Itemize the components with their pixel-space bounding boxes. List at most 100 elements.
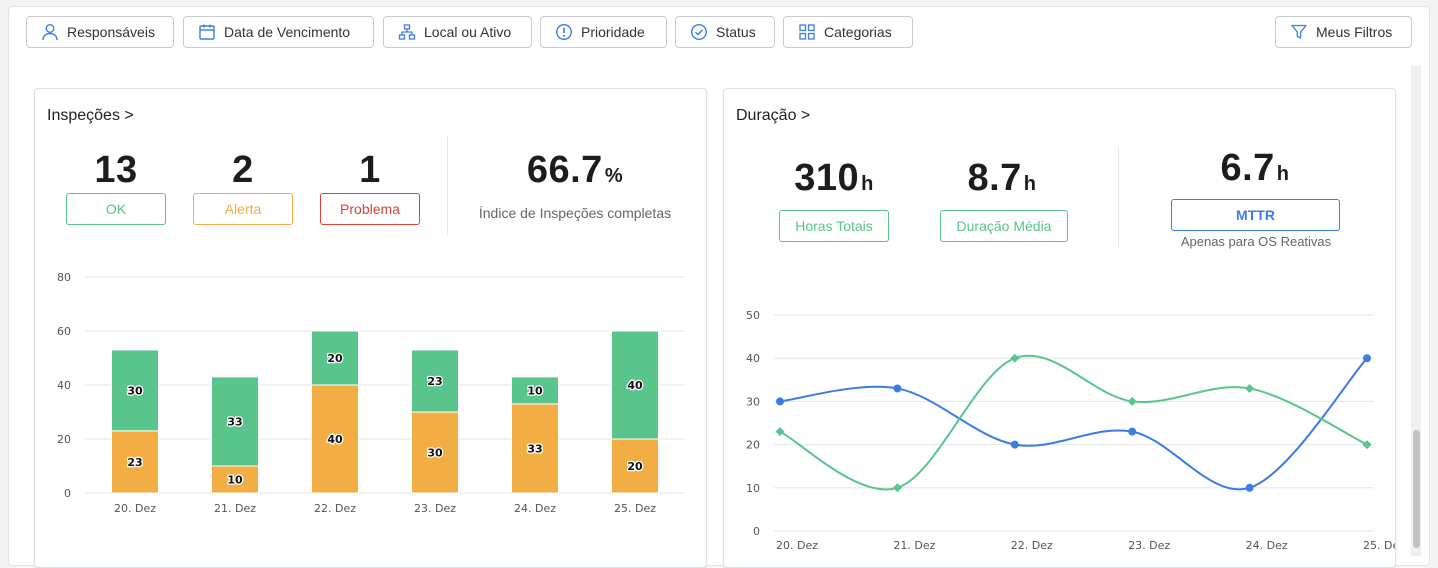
x-tick-label: 20. Dez	[776, 539, 818, 552]
y-tick-label: 0	[753, 525, 760, 538]
total-hours-badge[interactable]: Horas Totais	[779, 210, 889, 242]
x-tick-label: 20. Dez	[114, 502, 156, 515]
data-label: 20	[627, 460, 643, 473]
completion-index-label: Índice de Inspeções completas	[478, 205, 672, 221]
total-hours-unit: h	[861, 173, 874, 195]
data-point	[1127, 396, 1137, 406]
mttr-value: 6.7	[1220, 147, 1275, 189]
filter-bar: Responsáveis Data de Vencimento Local ou…	[17, 16, 1422, 50]
y-tick-label: 20	[57, 433, 71, 446]
filter-prioridade-button[interactable]: Prioridade	[540, 16, 667, 48]
avg-duration: 8.7 h	[922, 157, 1082, 200]
y-tick-label: 20	[746, 439, 760, 452]
y-tick-label: 50	[746, 309, 760, 322]
y-tick-label: 10	[746, 482, 760, 495]
duration-line-chart: 0 10 20 30 40 50 20. Dez 21. Dez 22. Dez 23. Dez 2…	[746, 309, 1395, 552]
data-point	[1363, 354, 1371, 363]
user-icon	[42, 24, 58, 41]
completion-index: 66.7%	[460, 149, 690, 192]
data-point	[892, 483, 902, 493]
data-label: 33	[227, 415, 242, 428]
filter-local-button[interactable]: Local ou Ativo	[383, 16, 532, 48]
data-label: 30	[127, 384, 143, 397]
hierarchy-icon	[398, 24, 416, 40]
filter-responsaveis-button[interactable]: Responsáveis	[26, 16, 174, 48]
mttr-note: Apenas para OS Reativas	[1180, 234, 1332, 249]
calendar-icon	[199, 24, 215, 40]
duration-title[interactable]: Duração >	[736, 107, 810, 125]
data-label: 23	[427, 375, 442, 388]
x-tick-label: 22. Dez	[1011, 539, 1053, 552]
data-point	[893, 384, 902, 393]
y-tick-label: 0	[64, 487, 71, 500]
y-tick-label: 60	[57, 325, 71, 338]
data-point	[776, 397, 784, 406]
divider	[447, 135, 448, 235]
x-tick-label: 23. Dez	[1128, 539, 1170, 552]
divider	[1118, 147, 1119, 247]
filter-label: Data de Vencimento	[224, 24, 351, 40]
grid-icon	[799, 24, 815, 40]
filter-vencimento-button[interactable]: Data de Vencimento	[183, 16, 374, 48]
avg-duration-unit: h	[1023, 173, 1037, 195]
avg-duration-badge[interactable]: Duração Média	[940, 210, 1068, 242]
data-point	[1362, 440, 1372, 450]
total-hours: 310 h	[754, 157, 914, 200]
data-label: 33	[527, 442, 542, 455]
check-circle-icon	[690, 23, 708, 41]
y-tick-label: 80	[57, 271, 71, 284]
data-point	[775, 427, 785, 437]
series-line	[779, 357, 1368, 491]
ok-count: 13	[94, 149, 138, 191]
data-point	[1245, 483, 1254, 492]
y-tick-label: 30	[746, 395, 760, 408]
avg-duration-value: 8.7	[967, 157, 1022, 199]
my-filters-button[interactable]: Meus Filtros	[1275, 16, 1412, 48]
total-hours-value: 310	[794, 157, 860, 199]
data-label: 23	[127, 456, 142, 469]
data-point	[1010, 353, 1020, 363]
x-tick-label: 22. Dez	[314, 502, 356, 515]
data-point	[1245, 383, 1255, 393]
data-label: 30	[427, 447, 443, 460]
ok-badge[interactable]: OK	[66, 193, 166, 225]
y-tick-label: 40	[57, 379, 71, 392]
inspections-card: Inspeções > 13 OK 2 Alerta 1 Problema 66…	[34, 88, 707, 568]
problem-count: 1	[359, 149, 381, 191]
data-label: 40	[627, 379, 643, 392]
filter-label: Status	[716, 24, 756, 40]
data-point	[1128, 427, 1137, 436]
mttr: 6.7 h	[1170, 147, 1340, 190]
alert-count: 2	[232, 149, 254, 191]
filter-label: Responsáveis	[67, 24, 155, 40]
mttr-badge[interactable]: MTTR	[1171, 199, 1340, 231]
x-tick-label: 21. Dez	[214, 502, 256, 515]
data-label: 40	[327, 433, 343, 446]
data-label: 20	[327, 352, 343, 365]
x-tick-label: 21. Dez	[893, 539, 935, 552]
filter-label: Prioridade	[581, 24, 645, 40]
data-label: 10	[227, 474, 243, 487]
inspections-bar-chart: 0 20 40 60 80 20. Dez 23 30 21. Dez 10 33 22. Dez 40…	[57, 271, 685, 515]
duration-card: Duração > 310 h Horas Totais 8.7 h Duração…	[723, 88, 1396, 568]
x-tick-label: 25. Dez	[1363, 539, 1395, 552]
filter-status-button[interactable]: Status	[675, 16, 775, 48]
inspections-title[interactable]: Inspeções >	[47, 107, 134, 125]
data-label: 10	[527, 384, 543, 397]
problem-badge[interactable]: Problema	[320, 193, 420, 225]
y-tick-label: 40	[746, 352, 760, 365]
filter-label: Local ou Ativo	[424, 24, 512, 40]
completion-index-value: 66.7	[526, 149, 603, 191]
x-tick-label: 24. Dez	[1246, 539, 1288, 552]
alert-circle-icon	[555, 23, 573, 41]
funnel-icon	[1291, 24, 1307, 39]
my-filters-label: Meus Filtros	[1316, 24, 1393, 40]
alert-badge[interactable]: Alerta	[193, 193, 293, 225]
scrollbar-thumb[interactable]	[1413, 430, 1420, 548]
filter-categorias-button[interactable]: Categorias	[783, 16, 913, 48]
x-tick-label: 24. Dez	[514, 502, 556, 515]
x-tick-label: 23. Dez	[414, 502, 456, 515]
x-tick-label: 25. Dez	[614, 502, 656, 515]
mttr-unit: h	[1276, 163, 1290, 185]
filter-label: Categorias	[824, 24, 892, 40]
